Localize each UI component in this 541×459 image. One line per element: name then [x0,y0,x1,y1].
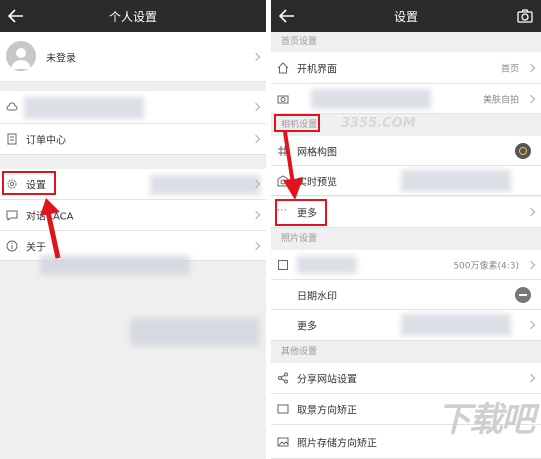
chat-bubble-icon [6,210,18,221]
chevron-right-icon [251,241,261,250]
chevron-right-icon [526,63,536,72]
redacted-area [130,318,260,346]
orders-icon [7,133,17,145]
date-stamp-toggle[interactable] [515,286,531,303]
chevron-right-icon [526,207,536,217]
redacted-area [401,314,511,336]
camera-icon[interactable] [517,9,533,23]
chevron-right-icon [526,94,536,103]
red-arrow-up [40,198,61,259]
cloud-icon [6,102,18,111]
photo-more-row[interactable]: 更多 [271,310,541,341]
share-site-label: 分享网站设置 [297,374,357,386]
grid-toggle[interactable] [515,142,531,159]
watermark-brand: 下载吧 [437,400,535,440]
redacted-area [401,170,511,192]
date-stamp-row[interactable]: 日期水印 [271,280,541,310]
redacted-text [24,97,144,119]
blurred-row[interactable] [0,91,266,124]
chevron-right-icon [251,134,261,144]
watermark-site: 3355.COM [341,116,416,131]
photo-size-value: 500万像素(4:3) [453,261,519,271]
redacted-text [150,175,260,195]
redacted-text [311,89,431,109]
left-header: 个人设置 [0,0,266,32]
avatar [6,41,36,71]
section-header: 首页设置 [271,32,541,52]
info-icon [6,240,18,252]
square-icon [278,260,288,270]
photo-more-label: 更多 [297,321,317,333]
chevron-right-icon [251,210,261,220]
boot-screen-value: 首页 [500,64,519,74]
section-header: 其他设置 [271,341,541,363]
grid-row[interactable]: 网格构图 [271,136,541,166]
boot-screen-label: 开机界面 [297,64,337,75]
chevron-right-icon [526,260,536,269]
user-icon [11,48,31,69]
page-title: 个人设置 [108,10,157,24]
chevron-right-icon [251,102,261,112]
beauty-row[interactable]: 美肤自拍 [271,84,541,114]
frame-direction-label: 取景方向矫正 [297,405,357,417]
redacted-text [297,256,357,274]
frame-icon [277,404,289,414]
chevron-right-icon [526,373,536,383]
login-row[interactable]: 未登录 [0,32,266,82]
camera-small-icon [277,95,289,104]
chevron-right-icon [526,320,536,330]
highlight-box [2,171,56,195]
chevron-right-icon [251,52,261,61]
storage-direction-label: 照片存储方向矫正 [297,438,377,449]
orders-row[interactable]: 订单中心 [0,124,266,155]
right-screen: 设置 首页设置 开机界面 首页 美肤自拍 相机设置 3355.COM 网格构图 … [271,0,541,459]
page-title: 设置 [393,10,418,24]
red-arrow-down [283,131,303,200]
live-preview-row[interactable]: 实时预览 [271,166,541,196]
home-icon [277,62,289,74]
beauty-value: 美肤自拍 [482,95,519,105]
date-stamp-label: 日期水印 [297,291,337,302]
section-header: 照片设置 [271,228,541,250]
left-screen: 个人设置 未登录 订单中心 设置 对话CACA 关于 [0,0,266,459]
share-icon [278,372,288,384]
login-label: 未登录 [46,53,76,64]
share-site-row[interactable]: 分享网站设置 [271,363,541,394]
photo-size-row[interactable]: 500万像素(4:3) [271,250,541,280]
boot-screen-row[interactable]: 开机界面 首页 [271,52,541,84]
orders-label: 订单中心 [26,135,66,147]
right-header: 设置 [271,0,541,32]
photo-icon [277,437,289,447]
highlight-box [275,199,327,226]
